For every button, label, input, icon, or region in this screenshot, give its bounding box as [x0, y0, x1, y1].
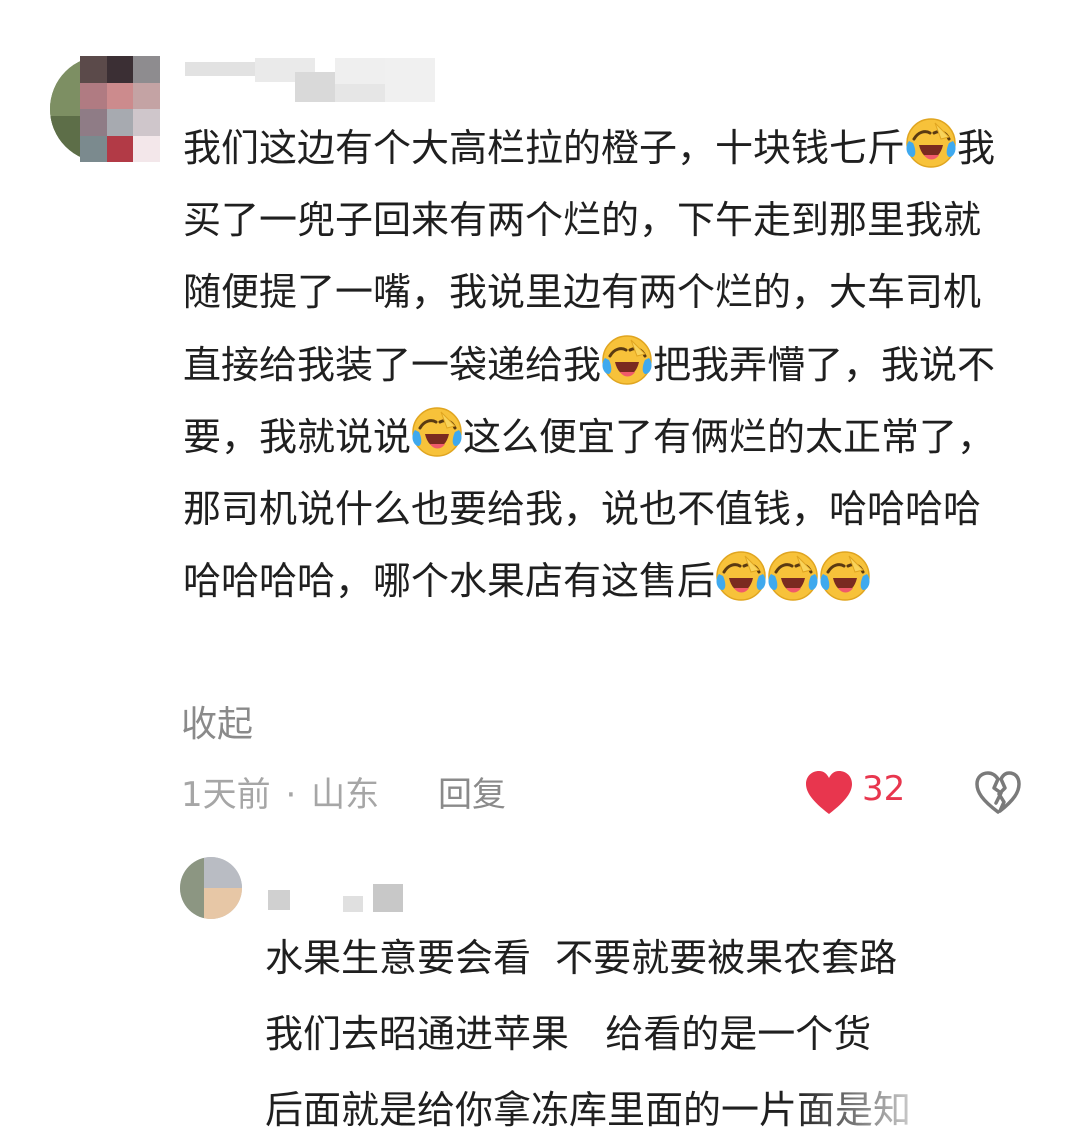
laughing-crying-emoji [820, 551, 870, 601]
reply-line: 我们去昭通进苹果 给看的是一个货 [265, 1012, 872, 1056]
comment-location: 山东 [311, 775, 380, 815]
laughing-crying-emoji [602, 334, 652, 385]
comment-time: 1天前 [181, 775, 271, 815]
commenter-name-blurred[interactable] [185, 58, 455, 102]
text-fade-overlay [795, 1075, 1071, 1128]
reply-avatar[interactable] [180, 857, 242, 919]
laughing-crying-emoji [716, 551, 766, 601]
broken-heart-icon[interactable] [973, 770, 1023, 816]
comment-text-segment: 我们这边有个大高栏拉的橙子，十块钱七斤 [183, 126, 906, 170]
laughing-crying-emoji [906, 118, 956, 168]
comment-body: 我们这边有个大高栏拉的橙子，十块钱七斤 我买了一兜子回来有两个烂的，下午走到那里… [183, 112, 1013, 617]
collapse-link[interactable]: 收起 [181, 695, 253, 747]
comment-meta: 1天前 · 山东 [181, 767, 379, 816]
laughing-crying-emoji [412, 407, 462, 457]
laughing-crying-emoji [768, 551, 818, 601]
avatar-mosaic [80, 56, 160, 162]
reply-name-blurred[interactable] [268, 884, 408, 912]
heart-icon[interactable] [804, 770, 854, 816]
like-count: 32 [862, 769, 906, 809]
meta-separator: · [285, 775, 297, 815]
reply-line: 水果生意要会看 不要就要被果农套路 [265, 936, 898, 980]
reply-button[interactable]: 回复 [438, 767, 506, 816]
